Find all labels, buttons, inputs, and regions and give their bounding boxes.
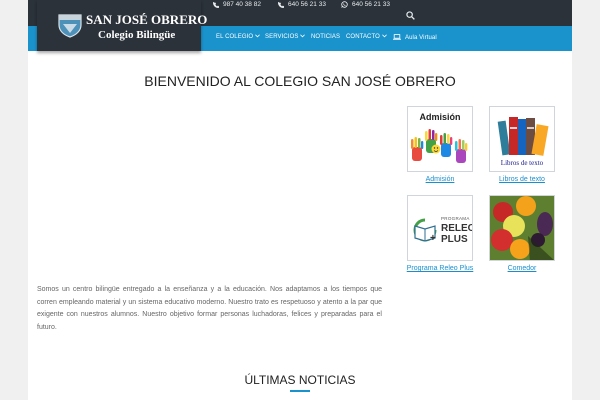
site-logo[interactable]: SAN JOSÉ OBRERO Colegio Bilingüe <box>37 0 207 51</box>
chevron-down-icon <box>255 34 261 40</box>
page-margin-left <box>0 0 28 400</box>
brand-subtitle: Colegio Bilingüe <box>98 29 176 41</box>
releo-program-label: PROGRAMA <box>441 216 470 221</box>
painted-hands-icon <box>411 129 468 163</box>
brand-name: SAN JOSÉ OBRERO <box>86 12 208 27</box>
news-section-title: ÚLTIMAS NOTICIAS <box>244 373 356 387</box>
plus-icon: + <box>430 233 436 244</box>
phone-number: 640 56 21 33 <box>288 1 326 8</box>
search-icon[interactable] <box>406 7 415 25</box>
phone-contact-2[interactable]: 640 56 21 33 <box>278 0 326 9</box>
admision-link[interactable]: Admisión <box>407 176 473 183</box>
nav-item-label: Aula Virtual <box>405 35 437 41</box>
releo-plus-image[interactable]: PROGRAMA RELEO PLUS + <box>407 195 473 261</box>
school-shield-icon <box>57 12 83 43</box>
whatsapp-contact[interactable]: 640 56 21 33 <box>341 0 390 9</box>
admision-image[interactable]: Admisión <box>407 106 473 172</box>
phone-icon <box>278 1 284 8</box>
fruit-icon <box>490 196 554 260</box>
nav-item-label: NOTICIAS <box>311 34 341 40</box>
nav-item-contacto[interactable]: CONTACTO <box>346 34 387 40</box>
releo-title: RELEO <box>441 223 473 234</box>
libros-image[interactable]: Libros de texto <box>489 106 555 172</box>
nav-item-noticias[interactable]: NOTICIAS <box>311 34 340 40</box>
nav-item-aula-virtual[interactable]: Aula Virtual <box>393 34 437 42</box>
libros-image-caption: Libros de texto <box>500 159 544 167</box>
comedor-link[interactable]: Comedor <box>489 265 555 272</box>
nav-item-label: SERVICIOS <box>265 34 299 40</box>
comedor-image[interactable] <box>489 195 555 261</box>
phone-contact-1[interactable]: 987 40 38 82 <box>213 0 261 9</box>
laptop-icon <box>393 34 401 42</box>
chevron-down-icon <box>300 34 306 40</box>
phone-icon <box>213 1 219 8</box>
releo-plus-title: PLUS <box>441 234 468 245</box>
nav-item-label: CONTACTO <box>346 34 380 40</box>
libros-de-texto-link[interactable]: Libros de texto <box>489 176 555 183</box>
whatsapp-number: 640 56 21 33 <box>352 1 390 8</box>
nav-item-el-colegio[interactable]: EL COLEGIO <box>216 34 261 40</box>
page-title: BIENVENIDO AL COLEGIO SAN JOSÉ OBRERO <box>144 73 456 89</box>
programa-releo-plus-link[interactable]: Programa Releo Plus <box>400 265 480 272</box>
nav-item-servicios[interactable]: SERVICIOS <box>265 34 306 40</box>
nav-item-label: EL COLEGIO <box>216 34 254 40</box>
page-margin-right <box>572 0 600 400</box>
phone-number: 987 40 38 82 <box>223 1 261 8</box>
news-title-underline <box>290 390 310 392</box>
admision-image-title: Admisión <box>419 112 461 122</box>
whatsapp-icon <box>341 1 348 8</box>
intro-paragraph: Somos un centro bilingüe entregado a la … <box>37 286 382 331</box>
chevron-down-icon <box>382 34 387 40</box>
page: SAN JOSÉ OBRERO Colegio Bilingüe 987 40 … <box>0 0 600 400</box>
